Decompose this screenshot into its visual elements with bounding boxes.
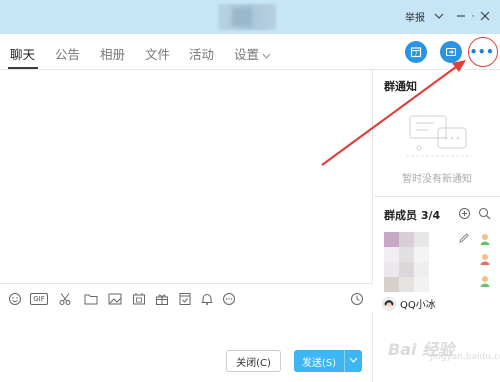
tab-activity[interactable]: 活动 — [189, 44, 214, 63]
calendar-icon[interactable]: 7 — [405, 41, 427, 63]
tab-settings[interactable]: 设置 — [234, 44, 271, 63]
member-row-qqxiaobing[interactable]: QQ小冰 — [382, 296, 436, 311]
member-list-blurred — [374, 232, 434, 292]
edit-pencil-icon[interactable] — [458, 232, 470, 244]
image-icon[interactable] — [108, 292, 122, 306]
svg-text:7: 7 — [414, 52, 417, 58]
group-notice-title: 群通知 — [384, 80, 417, 93]
more-icon[interactable] — [222, 292, 236, 306]
history-clock-icon[interactable] — [350, 292, 364, 306]
chevron-down-icon[interactable] — [345, 356, 362, 366]
close-icon[interactable] — [474, 5, 496, 27]
share-arrow-icon[interactable] — [440, 41, 462, 63]
gif-icon[interactable]: GIF — [30, 293, 48, 305]
member-role-icon — [479, 254, 491, 265]
tab-chat[interactable]: 聊天 — [10, 44, 35, 63]
tab-bar: 聊天 公告 相册 文件 活动 设置 7 ••• — [0, 34, 500, 70]
title-bar: 举报 — [0, 0, 500, 34]
report-link[interactable]: 举报 — [405, 9, 425, 24]
tab-files[interactable]: 文件 — [145, 44, 170, 63]
video-icon[interactable] — [132, 292, 146, 306]
input-toolbar: GIF — [0, 283, 373, 313]
close-button[interactable]: 关闭(C) — [226, 350, 281, 372]
scissors-icon[interactable] — [58, 292, 72, 306]
bell-icon[interactable] — [200, 292, 214, 306]
add-member-icon[interactable] — [458, 207, 471, 220]
tab-album[interactable]: 相册 — [100, 44, 125, 63]
member-role-icon — [479, 234, 491, 245]
group-members-title: 群成员 3/4 — [384, 209, 441, 222]
tab-announcement[interactable]: 公告 — [55, 44, 80, 63]
folder-icon[interactable] — [84, 292, 98, 306]
watermark-url: jingyan.baidu.com — [430, 352, 500, 362]
panel-divider — [374, 196, 500, 197]
member-role-icon — [479, 276, 491, 287]
maximize-box[interactable] — [452, 5, 474, 27]
gift-icon[interactable] — [155, 292, 169, 306]
send-button-label: 发送(S) — [301, 357, 337, 369]
search-icon[interactable] — [478, 207, 491, 220]
window-title-blurred-detail — [232, 8, 252, 26]
member-name: QQ小冰 — [400, 300, 436, 311]
avatar — [382, 296, 396, 311]
active-tab-indicator — [8, 67, 38, 69]
chat-message-area[interactable] — [0, 70, 373, 283]
notice-empty-text: 暂时没有新通知 — [402, 174, 472, 185]
chevron-down-icon — [262, 52, 271, 62]
emoji-icon[interactable] — [8, 292, 22, 306]
chevron-down-icon[interactable] — [428, 5, 450, 27]
tab-settings-label: 设置 — [234, 47, 260, 62]
highlight-circle — [468, 37, 498, 67]
empty-notice-illustration-icon — [406, 115, 472, 157]
send-button[interactable]: 发送(S) — [294, 350, 362, 372]
calendar-vote-icon[interactable] — [178, 292, 192, 306]
